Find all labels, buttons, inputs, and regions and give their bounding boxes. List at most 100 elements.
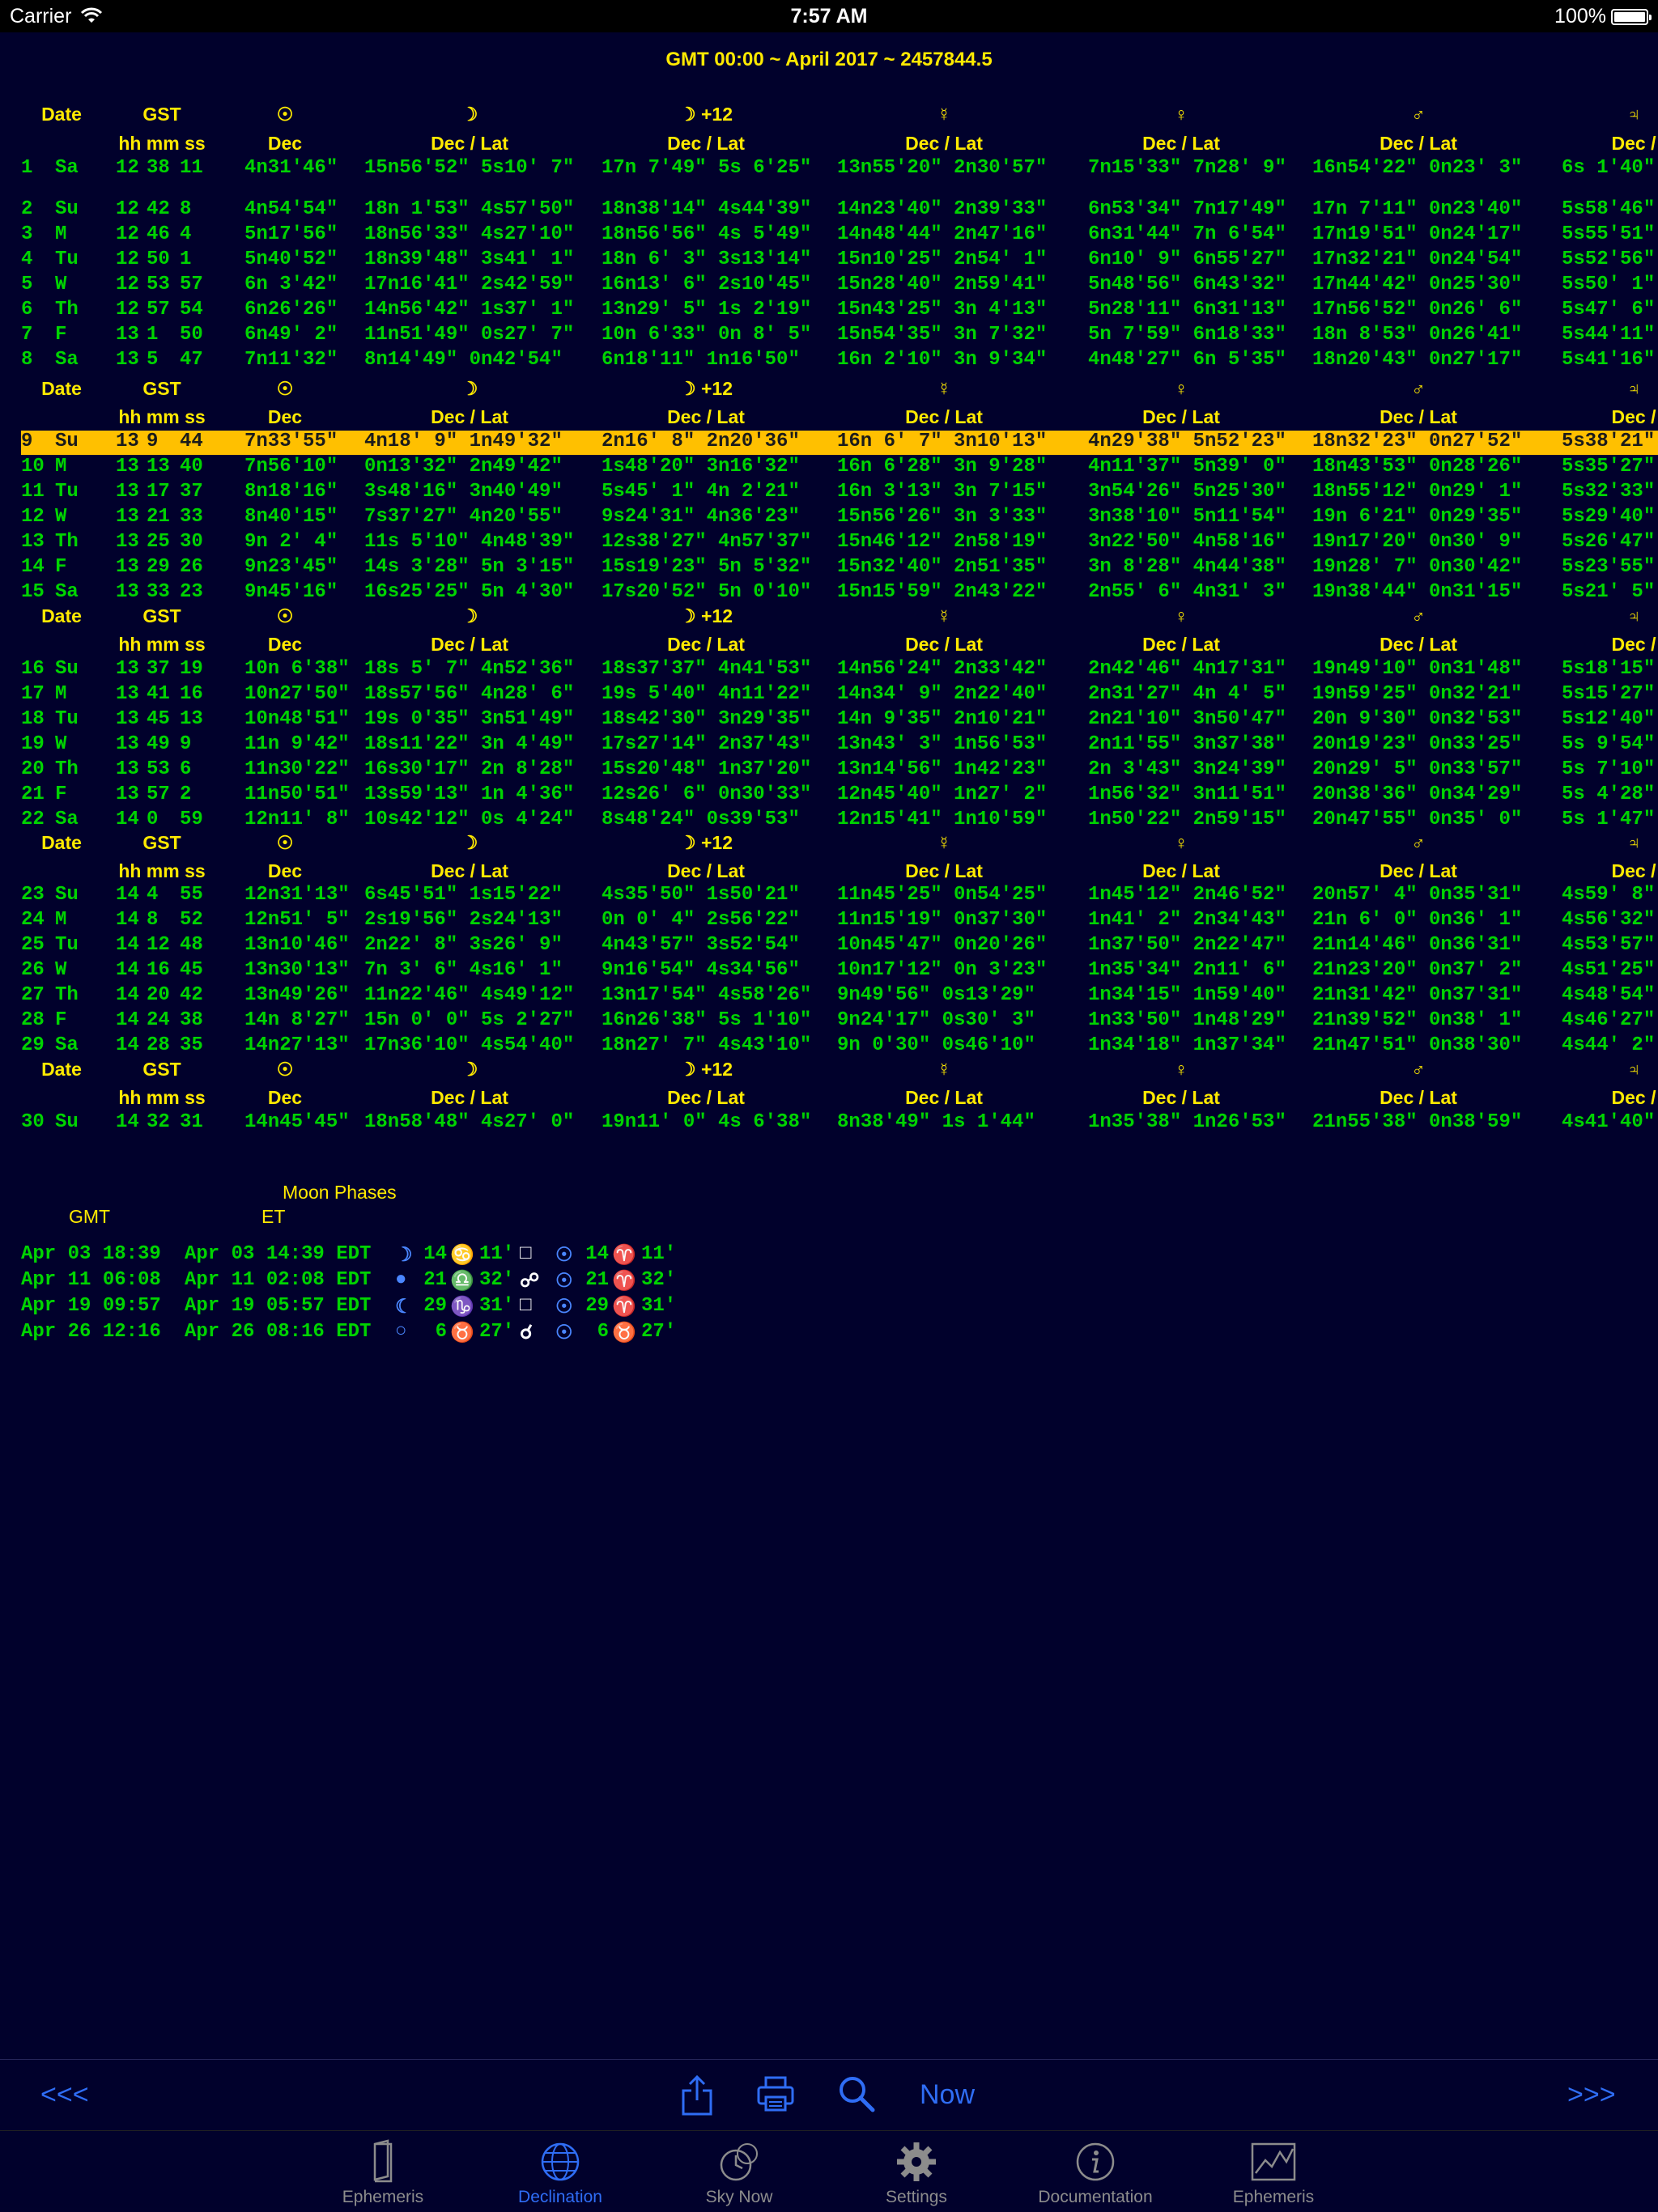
cell-ven: 1n37'50" 2n22'47": [1088, 934, 1286, 956]
cell-ven: 6n53'34" 7n17'49": [1088, 198, 1286, 220]
table-row[interactable]: 12 W 13 21 33 8n40'15" 7s37'27" 4n20'55" 9s24'3…: [0, 506, 1658, 530]
tab-settings[interactable]: Settings: [827, 2131, 1005, 2212]
table-row[interactable]: 24 M 14 8 52 12n51' 5" 2s19'56" 2s24'13" 0n 0' …: [0, 909, 1658, 933]
table-row[interactable]: 5 W 12 53 57 6n 3'42" 17n16'41" 2s42'59" 16n13'…: [0, 274, 1658, 298]
cell-moon: 16s30'17" 2n 8'28": [364, 758, 575, 780]
tab-ephemeris-graph[interactable]: Ephemeris: [1184, 2131, 1363, 2212]
phase-ssign: ♈: [612, 1246, 636, 1267]
next-month-button[interactable]: >>>: [1567, 2079, 1616, 2111]
cell-moon12: 15s19'23" 5n 5'32": [602, 556, 812, 578]
table-row-selected[interactable]: 9 Su 13 9 44 7n33'55" 4n18' 9" 1n49'32" 2n16' 8…: [21, 431, 1658, 455]
share-icon[interactable]: [680, 2074, 714, 2121]
table-row[interactable]: 10 M 13 13 40 7n56'10" 0n13'32" 2n49'42" 1s48'2…: [0, 456, 1658, 480]
search-icon[interactable]: [837, 2074, 876, 2117]
cell-mar: 20n38'36" 0n34'29": [1312, 783, 1523, 805]
cell-ven: 1n34'18" 1n37'34": [1088, 1034, 1286, 1056]
cell-m: 1: [147, 324, 159, 346]
cell-mar: 21n14'46" 0n36'31": [1312, 934, 1523, 956]
table-row[interactable]: 29 Sa 14 28 35 14n27'13" 17n36'10" 4s54'40" 18n…: [0, 1034, 1658, 1059]
table-row[interactable]: 23 Su 14 4 55 12n31'13" 6s45'51" 1s15'22" 4s35'…: [0, 884, 1658, 908]
cell-m: 16: [147, 959, 170, 981]
cell-jup: 5s35'27": [1562, 456, 1656, 478]
table-row[interactable]: 20 Th 13 53 6 11n30'22" 16s30'17" 2n 8'28" 15s2…: [0, 758, 1658, 783]
phase-sun: ☉: [555, 1323, 573, 1345]
cell-moon12: 16n26'38" 5s 1'10": [602, 1009, 812, 1031]
cell-moon: 18s11'22" 3n 4'49": [364, 733, 575, 755]
phase-ssign: ♈: [612, 1297, 636, 1319]
cell-h: 12: [116, 223, 139, 245]
phase-min: 27': [479, 1321, 515, 1343]
table-row[interactable]: 19 W 13 49 9 11n 9'42" 18s11'22" 3n 4'49" 17s27…: [0, 733, 1658, 758]
table-row[interactable]: 13 Th 13 25 30 9n 2' 4" 11s 5'10" 4n48'39" 12s3…: [0, 531, 1658, 555]
table-row[interactable]: 26 W 14 16 45 13n30'13" 7n 3' 6" 4s16' 1" 9n16'…: [0, 959, 1658, 983]
cell-sun: 9n45'16": [244, 581, 338, 603]
dec-lat-header: Dec / Lat: [905, 634, 983, 655]
tab-sky-now[interactable]: Sky Now: [650, 2131, 828, 2212]
tab-ephemeris[interactable]: Ephemeris: [294, 2131, 472, 2212]
table-row[interactable]: 22 Sa 14 0 59 12n11' 8" 10s42'12" 0s 4'24" 8s48…: [0, 809, 1658, 833]
mars-icon: ♂: [1411, 832, 1426, 853]
table-row[interactable]: 30 Su 14 32 31 14n45'45" 18n58'48" 4s27' 0" 19n…: [0, 1111, 1658, 1135]
phase-aspect: ☍: [520, 1272, 540, 1293]
cell-mer: 15n56'26" 3n 3'33": [837, 506, 1048, 528]
table-row[interactable]: 3 M 12 46 4 5n17'56" 18n56'33" 4s27'10" 18n56'5…: [0, 223, 1658, 248]
cell-ven: 2n42'46" 4n17'31": [1088, 658, 1286, 680]
cell-moon12: 18n38'14" 4s44'39": [602, 198, 812, 220]
tab-label: Sky Now: [705, 2188, 773, 2206]
table-row[interactable]: 4 Tu 12 50 1 5n40'52" 18n39'48" 3s41' 1" 18n 6'…: [0, 248, 1658, 273]
cell-m: 21: [147, 506, 170, 528]
cell-jup: 4s46'27": [1562, 1009, 1656, 1031]
moon-plus12-icon: ☽ +12: [678, 104, 733, 125]
table-row[interactable]: 17 M 13 41 16 10n27'50" 18s57'56" 4n28' 6" 19s …: [0, 683, 1658, 707]
cell-mer: 11n15'19" 0n37'30": [837, 909, 1048, 931]
table-row[interactable]: 15 Sa 13 33 23 9n45'16" 16s25'25" 5n 4'30" 17s2…: [0, 581, 1658, 605]
cell-jup: 5s44'11": [1562, 324, 1656, 346]
table-row[interactable]: 2 Su 12 42 8 4n54'54" 18n 1'53" 4s57'50" 18n38'…: [0, 198, 1658, 223]
now-button[interactable]: Now: [920, 2079, 975, 2111]
table-row[interactable]: 18 Tu 13 45 13 10n48'51" 19s 0'35" 3n51'49" 18s…: [0, 708, 1658, 732]
cell-jup: 5s 7'10": [1562, 758, 1656, 780]
cell-sun: 4n54'54": [244, 198, 338, 220]
cell-jup: 4s48'54": [1562, 984, 1656, 1006]
previous-month-button[interactable]: <<<: [40, 2079, 89, 2111]
table-header-units: hh mm ss Dec Dec / Lat Dec / Lat Dec / Lat De…: [0, 634, 1658, 658]
cell-moon: 19s 0'35" 3n51'49": [364, 708, 575, 730]
cell-moon12: 17n 7'49" 5s 6'25": [602, 157, 812, 179]
table-row[interactable]: 1 Sa 12 38 11 4n31'46" 15n56'52" 5s10' 7" 17n 7…: [0, 157, 1658, 181]
table-row[interactable]: 8 Sa 13 5 47 7n11'32" 8n14'49" 0n42'54" 6n18'11…: [0, 349, 1658, 373]
cell-h: 14: [116, 1009, 139, 1031]
table-row[interactable]: 28 F 14 24 38 14n 8'27" 15n 0' 0" 5s 2'27" 16n2…: [0, 1009, 1658, 1034]
tab-declination[interactable]: Declination: [471, 2131, 649, 2212]
cell-ven: 5n28'11" 6n31'13": [1088, 299, 1286, 321]
phase-sdeg: 6: [597, 1321, 609, 1343]
tab-label: Settings: [886, 2188, 947, 2206]
cell-jup: 5s38'21": [1562, 431, 1656, 452]
table-row[interactable]: 21 F 13 57 2 11n50'51" 13s59'13" 1n 4'36" 12s26…: [0, 783, 1658, 808]
table-row[interactable]: 6 Th 12 57 54 6n26'26" 14n56'42" 1s37' 1" 13n29…: [0, 299, 1658, 323]
cell-ven: 4n11'37" 5n39' 0": [1088, 456, 1286, 478]
phase-sign: ♋: [450, 1246, 474, 1267]
table-row[interactable]: 16 Su 13 37 19 10n 6'38" 18s 5' 7" 4n52'36" 18s…: [0, 658, 1658, 682]
print-icon[interactable]: [756, 2074, 795, 2117]
tab-documentation[interactable]: Documentation: [1006, 2131, 1184, 2212]
cell-ven: 6n31'44" 7n 6'54": [1088, 223, 1286, 245]
jupiter-icon: ♃: [1626, 1059, 1641, 1080]
phase-smin: 27': [641, 1321, 677, 1343]
cell-w: Th: [55, 758, 79, 780]
cell-h: 14: [116, 984, 139, 1006]
venus-icon: ♀: [1174, 378, 1188, 399]
cell-d: 9: [21, 431, 33, 452]
cell-s: 33: [180, 506, 203, 528]
table-row[interactable]: 25 Tu 14 12 48 13n10'46" 2n22' 8" 3s26' 9" 4n43…: [0, 934, 1658, 958]
cell-m: 28: [147, 1034, 170, 1056]
battery-percent: 100%: [1554, 5, 1606, 28]
table-row[interactable]: 11 Tu 13 17 37 8n18'16" 3s48'16" 3n40'49" 5s45'…: [0, 481, 1658, 505]
table-row[interactable]: 27 Th 14 20 42 13n49'26" 11n22'46" 4s49'12" 13n…: [0, 984, 1658, 1008]
globe-icon: [541, 2142, 580, 2181]
cell-mar: 18n32'23" 0n27'52": [1312, 431, 1523, 452]
table-row[interactable]: 7 F 13 1 50 6n49' 2" 11n51'49" 0s27' 7" 10n 6'3…: [0, 324, 1658, 348]
cell-m: 50: [147, 248, 170, 270]
table-row[interactable]: 14 F 13 29 26 9n23'45" 14s 3'28" 5n 3'15" 15s19…: [0, 556, 1658, 580]
cell-jup: 5s 9'54": [1562, 733, 1656, 755]
cell-ven: 3n22'50" 4n58'16": [1088, 531, 1286, 553]
